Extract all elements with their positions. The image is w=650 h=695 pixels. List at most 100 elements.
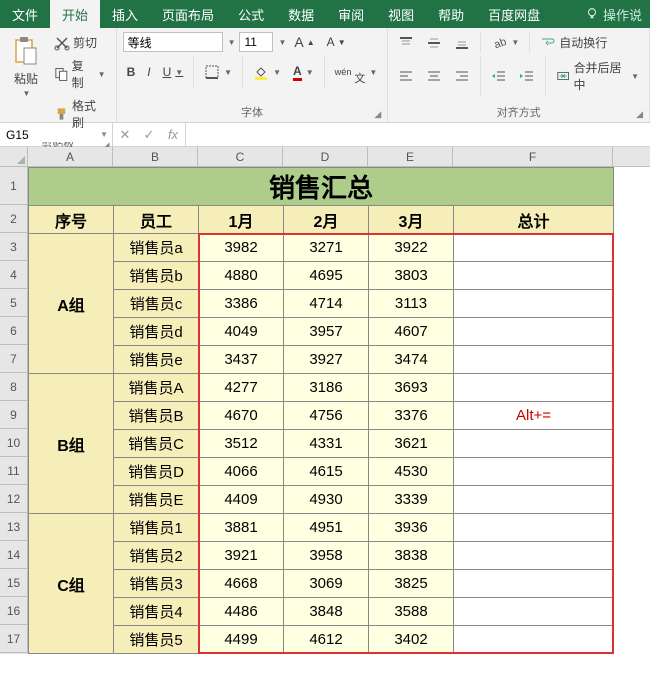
grow-font-button[interactable]: A▲ (290, 32, 318, 52)
increase-indent-button[interactable] (515, 66, 539, 86)
cell[interactable]: 3927 (284, 346, 369, 374)
tab-file[interactable]: 文件 (0, 0, 50, 28)
cell[interactable]: 3848 (284, 598, 369, 626)
cell[interactable]: 4714 (284, 290, 369, 318)
cell[interactable]: 4951 (284, 514, 369, 542)
row-header[interactable]: 5 (0, 289, 28, 317)
cell[interactable]: 4499 (199, 626, 284, 654)
cell[interactable]: 销售员3 (114, 570, 199, 598)
border-button[interactable]: ▼ (200, 62, 236, 82)
bold-button[interactable]: B (123, 63, 140, 81)
data-table[interactable]: 销售汇总序号员工1月2月3月总计A组销售员a398232713922销售员b48… (28, 167, 614, 654)
cell[interactable]: C组 (29, 514, 114, 654)
cell[interactable]: 3069 (284, 570, 369, 598)
cell[interactable]: 4277 (199, 374, 284, 402)
cell[interactable]: 4670 (199, 402, 284, 430)
cell[interactable]: 销售员e (114, 346, 199, 374)
cell[interactable]: Alt+= (454, 402, 614, 430)
font-size-select[interactable] (239, 32, 273, 52)
cell[interactable]: 3588 (369, 598, 454, 626)
copy-button[interactable]: 复制▼ (50, 55, 110, 93)
merge-center-button[interactable]: 合并后居中▼ (552, 57, 643, 95)
cell[interactable]: 序号 (29, 206, 114, 234)
cell[interactable] (454, 514, 614, 542)
tab-formula[interactable]: 公式 (226, 0, 276, 28)
italic-button[interactable]: I (143, 63, 154, 81)
cell[interactable]: 销售员b (114, 262, 199, 290)
cell[interactable]: 3512 (199, 430, 284, 458)
name-box-input[interactable] (6, 128, 86, 142)
cell[interactable]: 销售员E (114, 486, 199, 514)
cell[interactable]: 3921 (199, 542, 284, 570)
cell[interactable] (454, 542, 614, 570)
align-bottom-button[interactable] (450, 33, 474, 53)
align-middle-button[interactable] (422, 33, 446, 53)
chevron-down-icon[interactable]: ▼ (228, 38, 236, 47)
row-header[interactable]: 3 (0, 233, 28, 261)
col-header[interactable]: C (198, 147, 283, 166)
orientation-button[interactable]: ab▼ (487, 33, 523, 53)
cell[interactable] (454, 290, 614, 318)
cell[interactable]: 销售员B (114, 402, 199, 430)
cell[interactable]: 销售员5 (114, 626, 199, 654)
tab-review[interactable]: 审阅 (326, 0, 376, 28)
cell[interactable] (454, 430, 614, 458)
row-header[interactable]: 17 (0, 625, 28, 653)
fill-color-button[interactable]: ▼ (249, 62, 285, 82)
cell[interactable]: 3982 (199, 234, 284, 262)
paste-button[interactable]: 粘贴 ▼ (6, 32, 46, 102)
cell[interactable]: 销售员4 (114, 598, 199, 626)
cell[interactable]: 4930 (284, 486, 369, 514)
tab-view[interactable]: 视图 (376, 0, 426, 28)
cell[interactable]: 销售汇总 (29, 168, 614, 206)
row-header[interactable]: 9 (0, 401, 28, 429)
select-all-corner[interactable] (0, 147, 28, 166)
row-header[interactable]: 6 (0, 317, 28, 345)
enter-button[interactable]: ✓ (137, 127, 161, 143)
cell[interactable]: 销售员a (114, 234, 199, 262)
cell[interactable] (454, 598, 614, 626)
cell[interactable] (454, 570, 614, 598)
launcher-icon[interactable]: ◢ (374, 109, 381, 120)
name-box[interactable]: ▼ (0, 123, 113, 146)
cut-button[interactable]: 剪切 (50, 32, 110, 53)
tab-help[interactable]: 帮助 (426, 0, 476, 28)
tab-home[interactable]: 开始 (50, 0, 100, 28)
cell[interactable]: 3881 (199, 514, 284, 542)
cell[interactable] (454, 626, 614, 654)
cell[interactable]: 3936 (369, 514, 454, 542)
row-header[interactable]: 2 (0, 205, 28, 233)
cell[interactable]: 3803 (369, 262, 454, 290)
row-header[interactable]: 10 (0, 429, 28, 457)
align-right-button[interactable] (450, 66, 474, 86)
cell[interactable]: 3339 (369, 486, 454, 514)
col-header[interactable]: A (28, 147, 113, 166)
cell[interactable]: 3474 (369, 346, 454, 374)
shrink-font-button[interactable]: A▼ (323, 33, 350, 51)
row-header[interactable]: 1 (0, 167, 28, 205)
row-header[interactable]: 11 (0, 457, 28, 485)
cell[interactable]: B组 (29, 374, 114, 514)
cell[interactable]: 4409 (199, 486, 284, 514)
cell[interactable]: 4486 (199, 598, 284, 626)
font-color-button[interactable]: A▼ (289, 62, 318, 83)
cell[interactable] (454, 234, 614, 262)
row-header[interactable]: 13 (0, 513, 28, 541)
cell[interactable]: 3825 (369, 570, 454, 598)
cell[interactable] (454, 262, 614, 290)
align-left-button[interactable] (394, 66, 418, 86)
cell[interactable]: 总计 (454, 206, 614, 234)
underline-button[interactable]: U▼ (159, 63, 188, 81)
row-header[interactable]: 16 (0, 597, 28, 625)
cell[interactable]: 3957 (284, 318, 369, 346)
align-top-button[interactable] (394, 33, 418, 53)
row-header[interactable]: 8 (0, 373, 28, 401)
decrease-indent-button[interactable] (487, 66, 511, 86)
cell[interactable]: 4615 (284, 458, 369, 486)
row-header[interactable]: 15 (0, 569, 28, 597)
tab-data[interactable]: 数据 (276, 0, 326, 28)
cell[interactable]: 销售员c (114, 290, 199, 318)
col-header[interactable]: B (113, 147, 198, 166)
cell[interactable]: 3271 (284, 234, 369, 262)
row-header[interactable]: 14 (0, 541, 28, 569)
